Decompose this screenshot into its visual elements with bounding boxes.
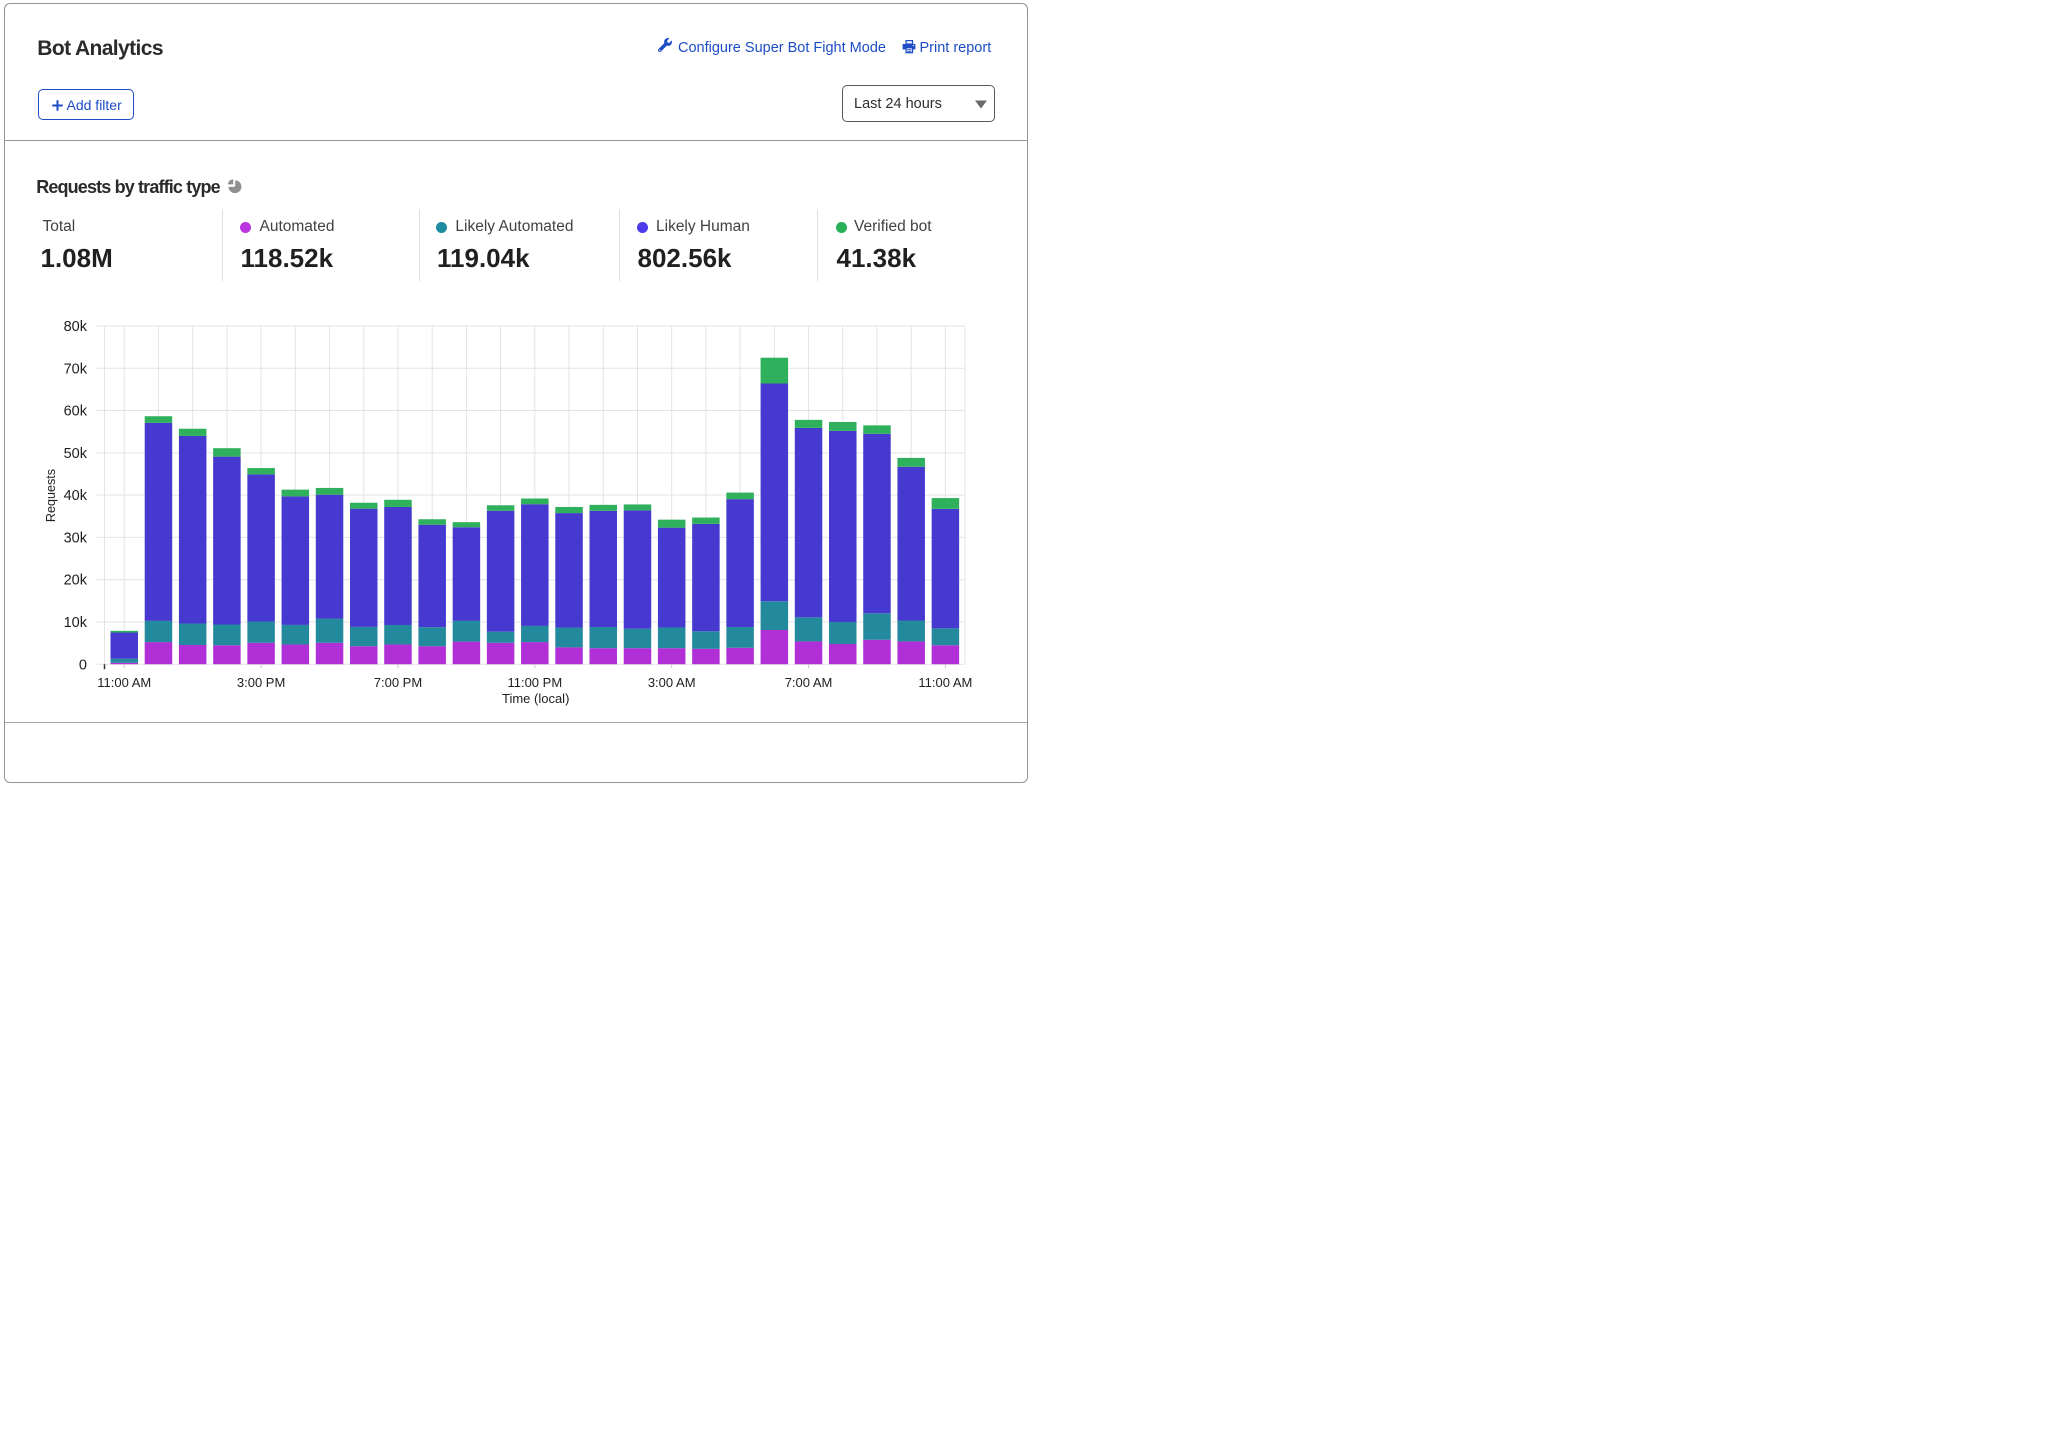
svg-text:7:00 AM: 7:00 AM xyxy=(785,675,833,690)
svg-text:Requests: Requests xyxy=(44,469,58,522)
svg-text:70k: 70k xyxy=(64,361,88,377)
svg-text:0: 0 xyxy=(79,657,87,673)
svg-text:30k: 30k xyxy=(64,530,88,546)
svg-text:11:00 AM: 11:00 AM xyxy=(97,675,151,690)
svg-text:7:00 PM: 7:00 PM xyxy=(374,675,422,690)
svg-text:11:00 PM: 11:00 PM xyxy=(507,675,562,690)
svg-text:3:00 AM: 3:00 AM xyxy=(648,675,696,690)
svg-text:40k: 40k xyxy=(64,488,88,504)
svg-text:50k: 50k xyxy=(64,446,88,462)
svg-text:20k: 20k xyxy=(64,573,88,589)
svg-text:60k: 60k xyxy=(64,404,88,420)
svg-text:10k: 10k xyxy=(64,615,88,631)
svg-text:3:00 PM: 3:00 PM xyxy=(237,675,285,690)
svg-text:80k: 80k xyxy=(64,319,88,335)
svg-text:Time (local): Time (local) xyxy=(502,691,569,706)
svg-text:11:00 AM: 11:00 AM xyxy=(918,675,972,690)
